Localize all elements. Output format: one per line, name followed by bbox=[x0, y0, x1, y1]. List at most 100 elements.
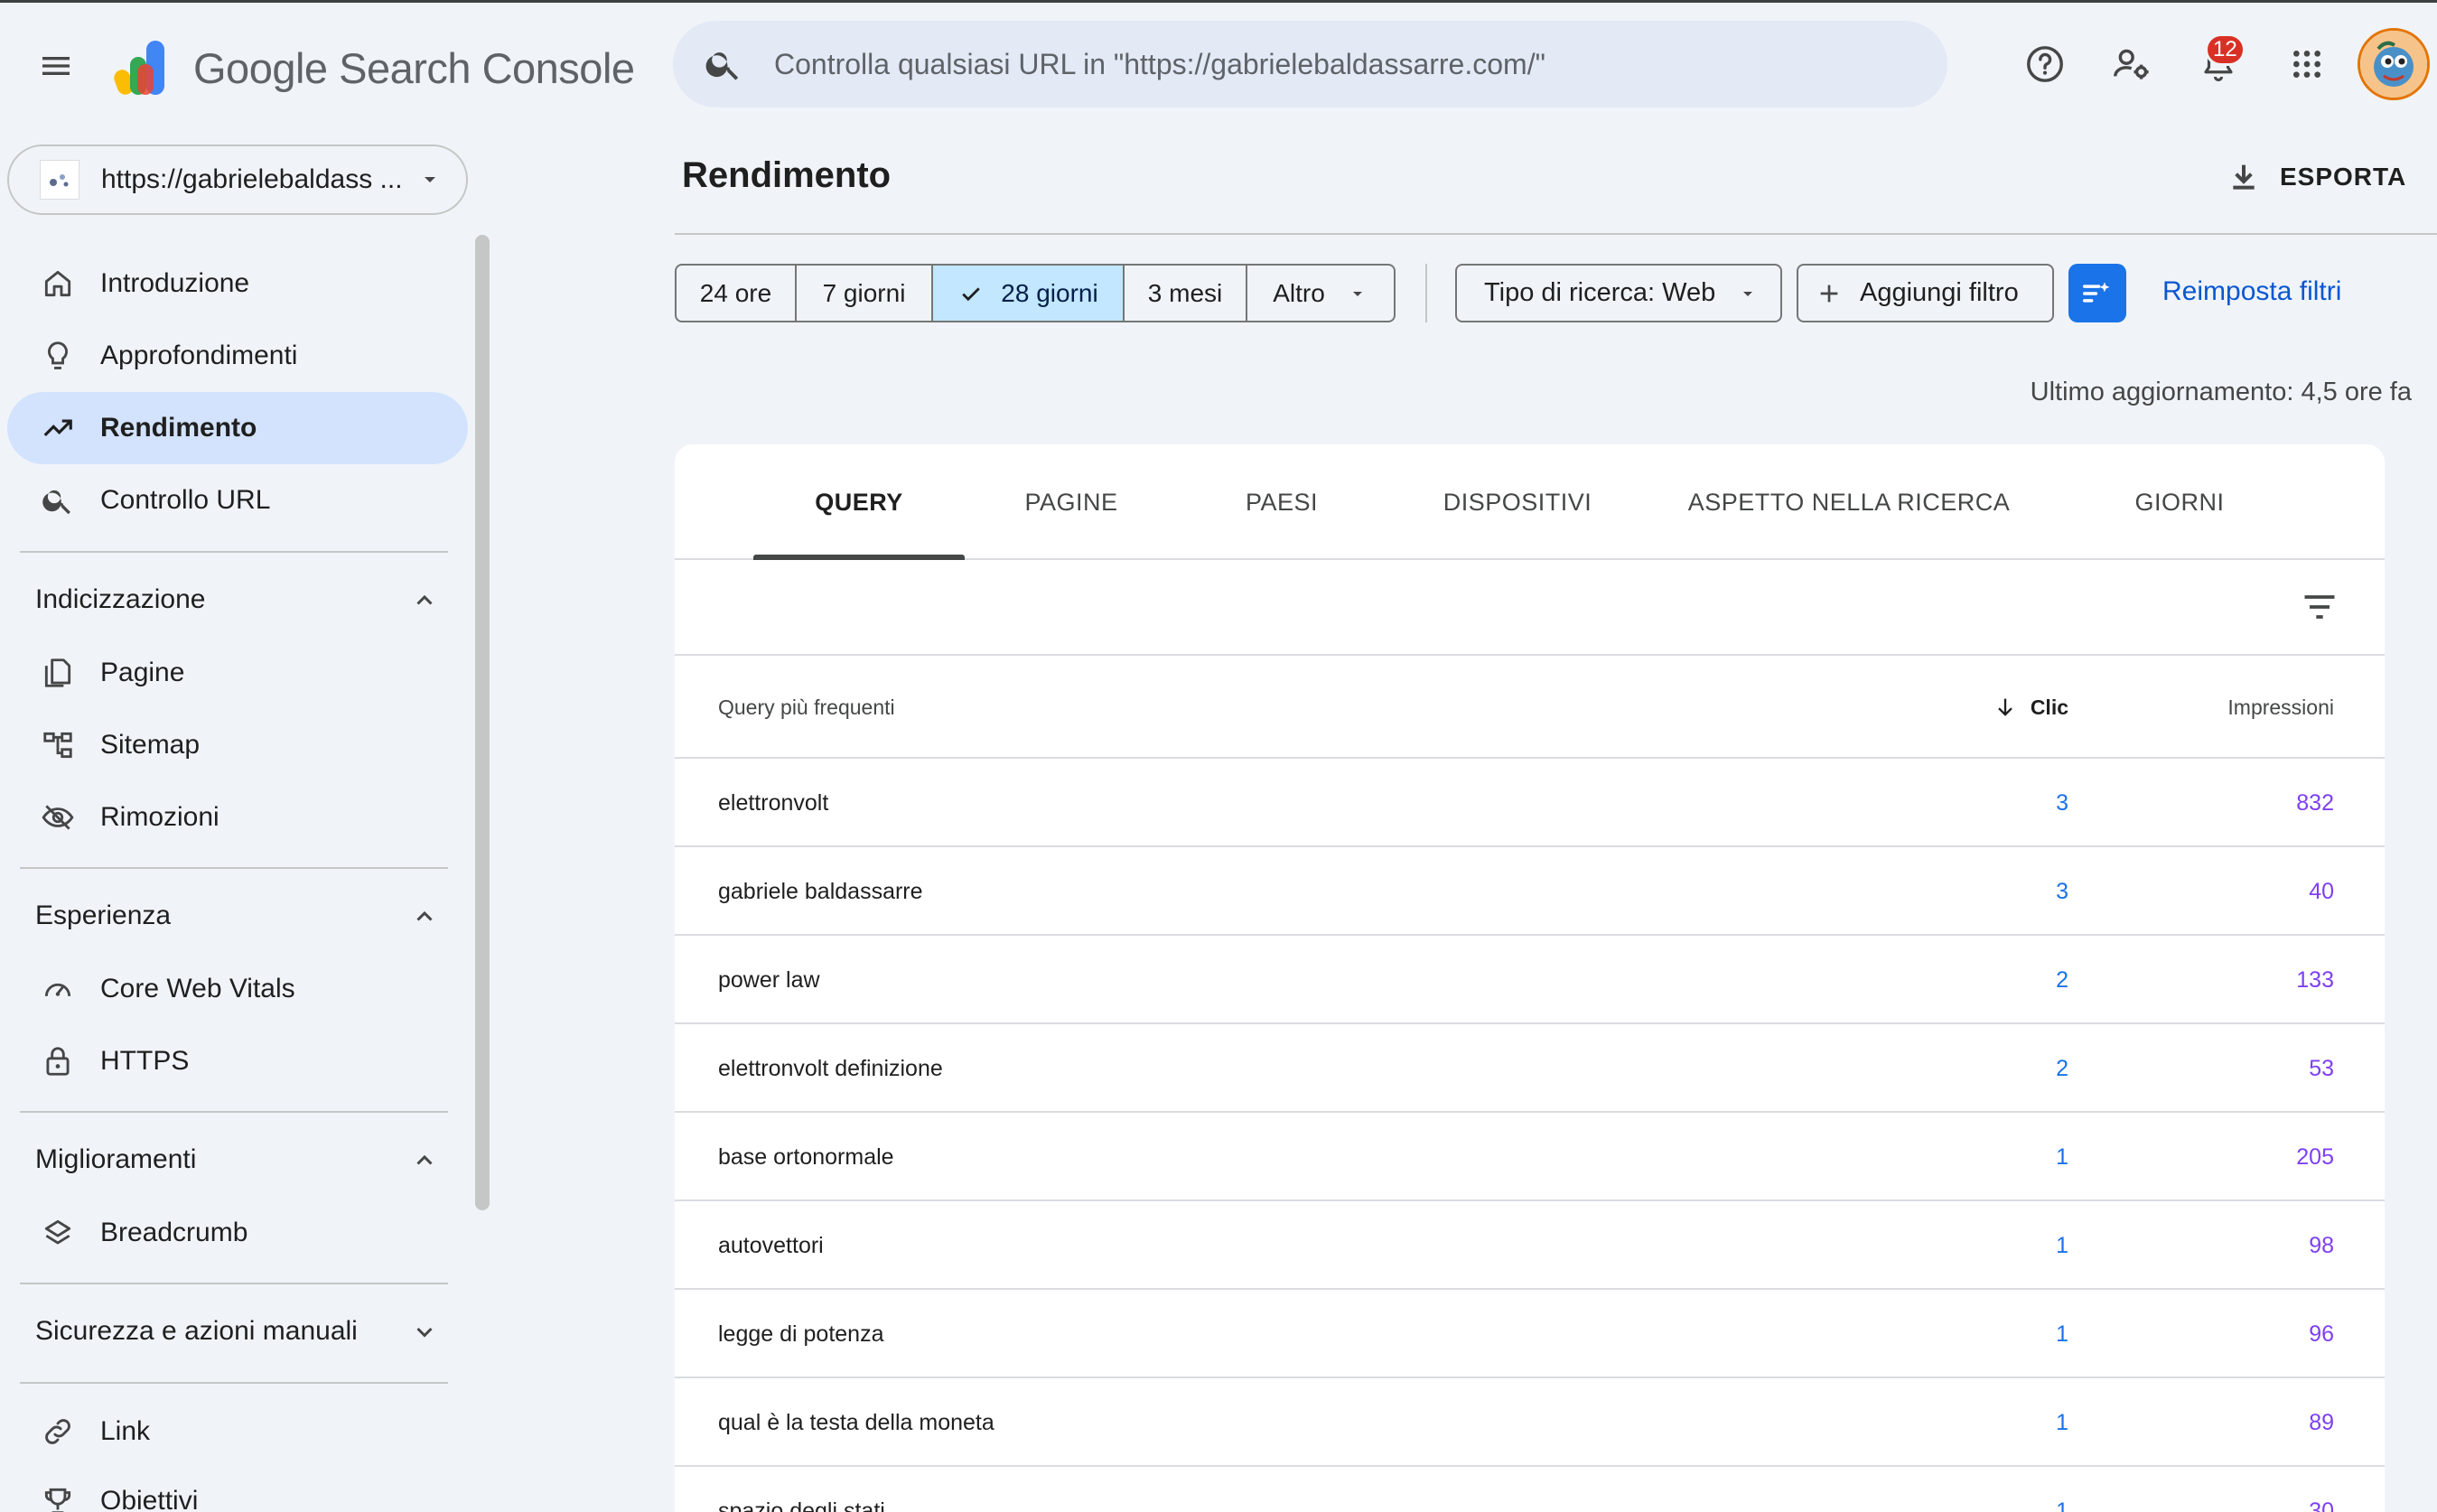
column-header-clicks[interactable]: Clic bbox=[1993, 656, 2068, 759]
table-row[interactable]: qual è la testa della moneta 1 89 bbox=[675, 1378, 2385, 1467]
query-cell: gabriele baldassarre bbox=[718, 878, 923, 904]
sidebar-item-introduzione[interactable]: Introduzione bbox=[7, 247, 468, 320]
table-row[interactable]: gabriele baldassarre 3 40 bbox=[675, 847, 2385, 936]
lock-icon bbox=[38, 1041, 78, 1081]
range-3-mesi[interactable]: 3 mesi bbox=[1125, 266, 1247, 321]
home-icon bbox=[38, 264, 78, 303]
url-inspection-search[interactable]: Controlla qualsiasi URL in "https://gabr… bbox=[673, 21, 1947, 107]
query-cell: power law bbox=[718, 966, 820, 993]
sidebar-item-obiettivi[interactable]: Obiettivi bbox=[7, 1465, 468, 1512]
section-label: Esperienza bbox=[35, 901, 172, 930]
tab-giorni[interactable]: GIORNI bbox=[2049, 444, 2311, 560]
clicks-cell: 1 bbox=[2056, 1321, 2068, 1347]
page-title: Rendimento bbox=[682, 155, 892, 195]
property-selector[interactable]: https://gabrielebaldass ... bbox=[7, 145, 468, 215]
tab-label: DISPOSITIVI bbox=[1443, 488, 1592, 516]
reset-filters-link[interactable]: Reimposta filtri bbox=[2162, 276, 2341, 307]
table-row[interactable]: power law 2 133 bbox=[675, 936, 2385, 1024]
manage-users-button[interactable] bbox=[2103, 35, 2161, 93]
chevron-down-icon bbox=[416, 1327, 433, 1338]
lightbulb-icon bbox=[38, 336, 78, 376]
trophy-icon bbox=[38, 1481, 78, 1512]
add-filter-button[interactable]: Aggiungi filtro bbox=[1797, 264, 2054, 322]
search-input[interactable]: Controlla qualsiasi URL in "https://gabr… bbox=[774, 48, 1545, 81]
sidebar-item-label: Obiettivi bbox=[100, 1486, 199, 1512]
sidebar-item-link[interactable]: Link bbox=[7, 1395, 468, 1468]
search-console-logo-icon bbox=[114, 41, 164, 95]
impressions-cell: 832 bbox=[2296, 789, 2334, 816]
range-28-giorni[interactable]: 28 giorni bbox=[933, 266, 1125, 321]
impressions-cell: 30 bbox=[2309, 1498, 2334, 1512]
column-label: Query più frequenti bbox=[718, 695, 895, 719]
sidebar-item-label: Breadcrumb bbox=[100, 1218, 248, 1247]
impressions-cell: 89 bbox=[2309, 1409, 2334, 1435]
table-row[interactable]: elettronvolt definizione 2 53 bbox=[675, 1024, 2385, 1113]
tab-label: PAESI bbox=[1245, 488, 1319, 516]
filter-list-icon[interactable] bbox=[2300, 587, 2339, 627]
toolbar-separator bbox=[1425, 264, 1427, 322]
clicks-cell: 1 bbox=[2056, 1409, 2068, 1435]
impressions-cell: 53 bbox=[2309, 1055, 2334, 1081]
section-esperienza[interactable]: Esperienza bbox=[7, 887, 457, 945]
help-button[interactable] bbox=[2016, 35, 2074, 93]
range-altro-dropdown[interactable]: Altro bbox=[1247, 266, 1394, 321]
speed-gauge-icon bbox=[38, 969, 78, 1009]
menu-button[interactable] bbox=[27, 37, 85, 95]
caret-down-icon bbox=[1743, 291, 1753, 296]
section-label: Sicurezza e azioni manuali bbox=[35, 1316, 358, 1346]
range-label: 24 ore bbox=[699, 278, 772, 307]
clicks-cell: 1 bbox=[2056, 1143, 2068, 1170]
query-cell: qual è la testa della moneta bbox=[718, 1409, 994, 1435]
sidebar-item-controllo-url[interactable]: Controllo URL bbox=[7, 464, 468, 537]
column-label: Clic bbox=[2030, 695, 2068, 719]
range-24-ore[interactable]: 24 ore bbox=[677, 266, 797, 321]
table-row[interactable]: base ortonormale 1 205 bbox=[675, 1113, 2385, 1201]
sidebar-item-rendimento[interactable]: Rendimento bbox=[7, 392, 468, 464]
google-apps-button[interactable] bbox=[2278, 35, 2336, 93]
filter-suggestions-button[interactable] bbox=[2068, 264, 2126, 322]
arrow-down-icon bbox=[1997, 698, 2012, 716]
table-filter-row bbox=[675, 560, 2385, 656]
tab-pagine[interactable]: PAGINE bbox=[965, 444, 1178, 560]
sidebar-item-breadcrumb[interactable]: Breadcrumb bbox=[7, 1197, 468, 1269]
tab-label: ASPETTO NELLA RICERCA bbox=[1687, 488, 2011, 516]
sidebar-item-sitemap[interactable]: Sitemap bbox=[7, 709, 468, 781]
section-indicizzazione[interactable]: Indicizzazione bbox=[7, 571, 457, 629]
table-row[interactable]: spazio degli stati 1 30 bbox=[675, 1467, 2385, 1512]
search-console-logo[interactable]: Google Search Console bbox=[110, 37, 635, 98]
sidebar-item-https[interactable]: HTTPS bbox=[7, 1025, 468, 1097]
sidebar-item-approfondimenti[interactable]: Approfondimenti bbox=[7, 320, 468, 392]
sidebar-divider bbox=[20, 1283, 448, 1284]
menu-icon bbox=[42, 57, 70, 75]
check-icon bbox=[962, 286, 981, 301]
account-avatar[interactable] bbox=[2358, 28, 2430, 100]
query-cell: autovettori bbox=[718, 1232, 824, 1258]
section-miglioramenti[interactable]: Miglioramenti bbox=[7, 1131, 457, 1189]
column-header-impressions[interactable]: Impressioni bbox=[2227, 656, 2334, 759]
table-row[interactable]: autovettori 1 98 bbox=[675, 1201, 2385, 1290]
tab-query[interactable]: QUERY bbox=[753, 444, 965, 560]
property-favicon bbox=[40, 160, 79, 200]
sidebar-item-label: Approfondimenti bbox=[100, 341, 298, 370]
tab-paesi[interactable]: PAESI bbox=[1178, 444, 1386, 560]
sidebar-item-core-web-vitals[interactable]: Core Web Vitals bbox=[7, 953, 468, 1025]
column-header-query[interactable]: Query più frequenti bbox=[718, 656, 895, 759]
table-row[interactable]: legge di potenza 1 96 bbox=[675, 1290, 2385, 1378]
sidebar-item-label: Rendimento bbox=[100, 413, 257, 443]
section-sicurezza-e-azioni-manuali[interactable]: Sicurezza e azioni manuali bbox=[7, 1302, 457, 1360]
range-label: Altro bbox=[1273, 278, 1325, 307]
query-cell: legge di potenza bbox=[718, 1321, 884, 1347]
sidebar-item-pagine[interactable]: Pagine bbox=[7, 637, 468, 709]
query-cell: elettronvolt definizione bbox=[718, 1055, 943, 1081]
dimension-tabs: QUERY PAGINE PAESI DISPOSITIVI ASPETTO N… bbox=[675, 444, 2385, 560]
product-name: Google Search Console bbox=[193, 43, 635, 92]
table-row[interactable]: elettronvolt 3 832 bbox=[675, 759, 2385, 847]
sidebar-item-rimozioni[interactable]: Rimozioni bbox=[7, 781, 468, 854]
sidebar-scrollbar[interactable] bbox=[475, 235, 490, 1210]
tab-aspetto-nella-ricerca[interactable]: ASPETTO NELLA RICERCA bbox=[1649, 444, 2049, 560]
clicks-cell: 2 bbox=[2056, 966, 2068, 993]
range-7-giorni[interactable]: 7 giorni bbox=[797, 266, 933, 321]
export-button[interactable]: ESPORTA bbox=[2226, 150, 2406, 204]
search-type-filter[interactable]: Tipo di ricerca: Web bbox=[1455, 264, 1782, 322]
tab-dispositivi[interactable]: DISPOSITIVI bbox=[1386, 444, 1649, 560]
